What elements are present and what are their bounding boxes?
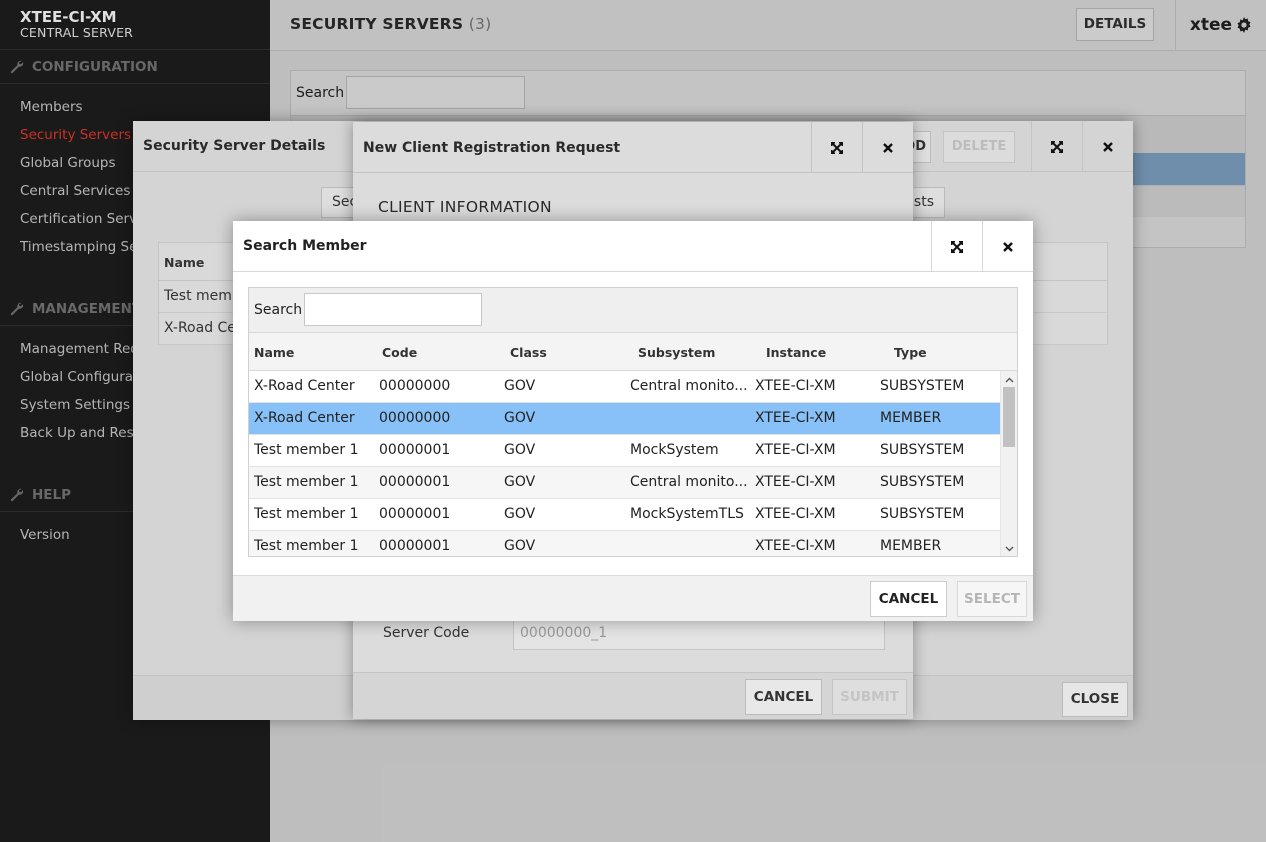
cell-instance: XTEE-CI-XM	[755, 442, 836, 458]
column-header-subsystem[interactable]: Subsystem	[638, 345, 715, 360]
cell-subsystem: MockSystem	[630, 442, 719, 458]
cell-instance: XTEE-CI-XM	[755, 474, 836, 490]
close-icon	[883, 142, 893, 153]
cell-code: 00000001	[379, 474, 451, 490]
cell-subsystem: Central monito...	[630, 378, 748, 394]
cell-code: 00000001	[379, 442, 451, 458]
table-row[interactable]: Test member 1 00000001 GOV Central monito..…	[249, 467, 1001, 499]
close-button[interactable]: CLOSE	[1062, 682, 1128, 717]
close-dialog-button[interactable]	[1082, 121, 1133, 172]
expand-icon	[951, 240, 963, 253]
server-code-field[interactable]: 00000000_1	[513, 617, 885, 650]
cell-type: MEMBER	[880, 538, 942, 554]
search-input[interactable]	[304, 293, 482, 326]
search-label: Search	[254, 302, 303, 318]
table-row[interactable]: Test member 1 00000001 GOV XTEE-CI-XM MEMBER	[249, 531, 1001, 556]
client-information-heading: CLIENT INFORMATION	[378, 198, 552, 216]
dialog-header: New Client Registration Request	[353, 122, 913, 173]
grid-header: Name Code Class Subsystem Instance Type	[249, 333, 1017, 371]
cell-code: 00000001	[379, 538, 451, 554]
dialog-footer: CANCEL SUBMIT	[353, 672, 913, 719]
cell-class: GOV	[504, 506, 536, 522]
scroll-down-button[interactable]	[1001, 542, 1017, 556]
delete-button: DELETE	[943, 131, 1015, 163]
search-member-dialog: Search Member Search Name Code Class Subsys…	[233, 221, 1033, 621]
chevron-down-icon	[1005, 546, 1014, 552]
table-row[interactable]: Test member 1 00000001 GOV MockSystem XTEE-C…	[249, 435, 1001, 467]
cell-subsystem: MockSystemTLS	[630, 506, 744, 522]
table-row[interactable]: Test member 1 00000001 GOV MockSystemTLS XTE…	[249, 499, 1001, 531]
dialog-title: Search Member	[243, 238, 367, 254]
cell-name: X-Road Center	[254, 410, 355, 426]
dialog-title: Security Server Details	[143, 138, 326, 154]
cell-type: SUBSYSTEM	[880, 378, 965, 394]
cell-class: GOV	[504, 378, 536, 394]
scroll-up-button[interactable]	[1001, 373, 1017, 387]
close-dialog-button[interactable]	[862, 122, 913, 173]
cell-name: Test member 1	[254, 442, 359, 458]
cell-code: 00000001	[379, 506, 451, 522]
table-row[interactable]: X-Road Center 00000000 GOV Central monito..…	[249, 371, 1001, 403]
cell-instance: XTEE-CI-XM	[755, 410, 836, 426]
cell-name: Test member 1	[254, 474, 359, 490]
select-button: SELECT	[957, 581, 1027, 617]
expand-icon	[831, 141, 843, 154]
expand-icon	[1051, 140, 1063, 153]
cell-instance: XTEE-CI-XM	[755, 506, 836, 522]
server-code-label: Server Code	[383, 625, 470, 641]
column-header-name[interactable]: Name	[254, 345, 294, 360]
cell-instance: XTEE-CI-XM	[755, 378, 836, 394]
cell-code: 00000000	[379, 378, 451, 394]
cancel-button[interactable]: CANCEL	[870, 581, 947, 617]
grid-search-bar: Search	[249, 288, 1017, 333]
dialog-footer: CANCEL SELECT	[233, 575, 1033, 621]
cell-class: GOV	[504, 538, 536, 554]
cell-class: GOV	[504, 442, 536, 458]
cell-type: SUBSYSTEM	[880, 506, 965, 522]
column-header-code[interactable]: Code	[382, 345, 417, 360]
cell-code: 00000000	[379, 410, 451, 426]
cell-name: Test member 1	[254, 538, 359, 554]
column-header-instance[interactable]: Instance	[766, 345, 826, 360]
cell-name: X-Road Center	[254, 378, 355, 394]
chevron-up-icon	[1005, 377, 1014, 383]
dialog-title: New Client Registration Request	[363, 140, 621, 156]
column-header-class[interactable]: Class	[510, 345, 547, 360]
cell-type: MEMBER	[880, 410, 942, 426]
cell-subsystem: Central monito...	[630, 474, 748, 490]
cell-name: Test member 1	[254, 506, 359, 522]
close-dialog-button[interactable]	[982, 221, 1033, 272]
cancel-button[interactable]: CANCEL	[745, 679, 822, 715]
cell-type: SUBSYSTEM	[880, 442, 965, 458]
submit-button: SUBMIT	[832, 679, 907, 715]
column-header-type[interactable]: Type	[894, 345, 927, 360]
cell-type: SUBSYSTEM	[880, 474, 965, 490]
cell-instance: XTEE-CI-XM	[755, 538, 836, 554]
scrollbar[interactable]	[1000, 371, 1017, 556]
scrollbar-thumb[interactable]	[1003, 387, 1015, 447]
maximize-button[interactable]	[1031, 121, 1082, 172]
grid-body: X-Road Center 00000000 GOV Central monito..…	[249, 371, 1001, 556]
cell-class: GOV	[504, 474, 536, 490]
table-row[interactable]: X-Road Center 00000000 GOV XTEE-CI-XM MEMBER	[249, 403, 1001, 435]
maximize-button[interactable]	[931, 221, 982, 272]
cell-class: GOV	[504, 410, 536, 426]
dialog-header: Search Member	[233, 221, 1033, 272]
close-icon	[1003, 241, 1013, 252]
maximize-button[interactable]	[811, 122, 862, 173]
members-grid: Search Name Code Class Subsystem Instance Typ…	[248, 287, 1018, 557]
close-icon	[1103, 141, 1113, 152]
